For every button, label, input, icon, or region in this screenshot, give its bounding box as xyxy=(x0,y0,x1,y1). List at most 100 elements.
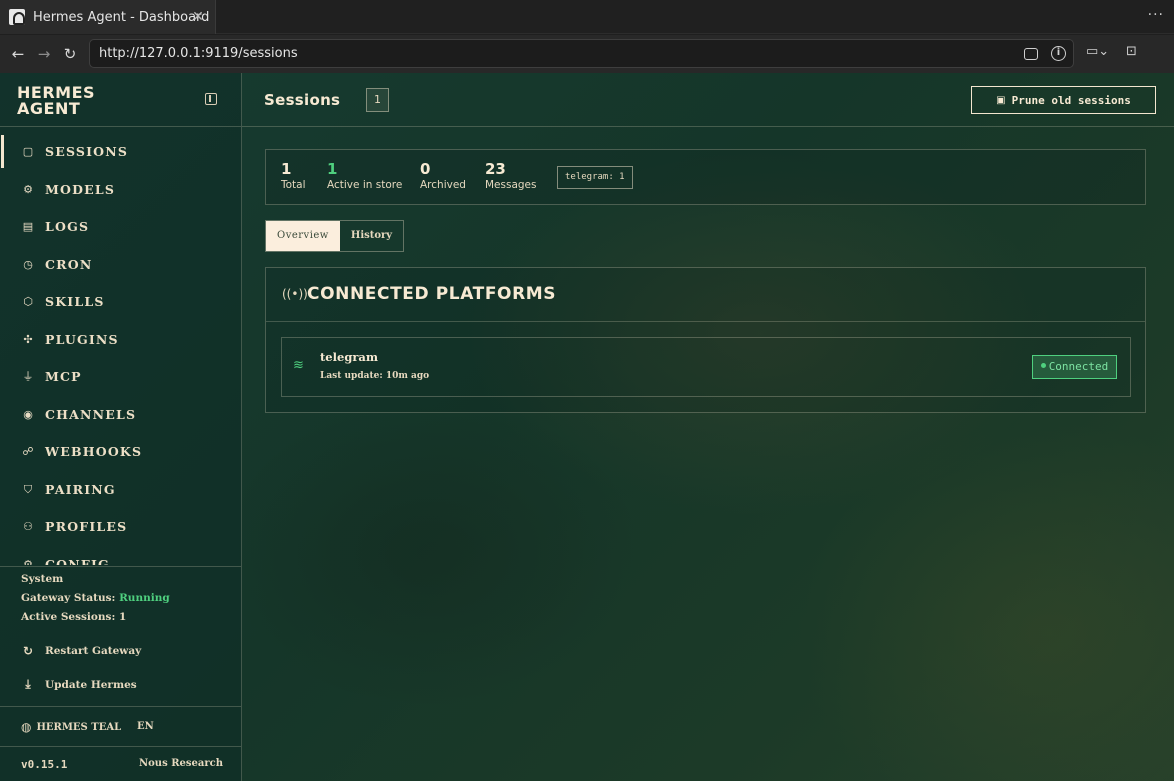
chip-icon: ⚙ xyxy=(23,182,33,196)
sidebar-item-pairing[interactable]: ⛉ PAIRING xyxy=(0,471,241,508)
sidebar-item-label: PLUGINS xyxy=(45,332,119,347)
tab-history[interactable]: History xyxy=(340,221,403,251)
sidebar-item-channels[interactable]: ◉ CHANNELS xyxy=(0,396,241,433)
sidebar-item-label: MCP xyxy=(45,369,82,384)
webhook-icon: ☍ xyxy=(22,444,34,458)
plug-icon: ⏚ xyxy=(22,369,34,383)
theme-label: HERMES TEAL xyxy=(36,721,122,733)
platform-last-update: Last update: 10m ago xyxy=(320,371,430,381)
status-badge: Connected xyxy=(1032,355,1117,379)
sidebar-item-label: PAIRING xyxy=(45,482,116,497)
platform-name: telegram xyxy=(320,350,379,364)
info-icon[interactable]: i xyxy=(1051,46,1066,61)
restart-icon: ↻ xyxy=(22,644,34,658)
app-root: HERMES AGENT ▢ SESSIONS ⚙ MODELS ▤ LOGS … xyxy=(0,73,1174,781)
sidebar-item-models[interactable]: ⚙ MODELS xyxy=(0,171,241,208)
sidebar-divider xyxy=(0,126,241,127)
browser-nav-bar: ← → ↻ http://127.0.0.1:9119/sessions i ▭… xyxy=(0,35,1174,73)
download-icon: ⤓ xyxy=(25,677,31,691)
browser-tab[interactable]: Hermes Agent - Dashboard ✕ xyxy=(0,0,216,34)
stat-value: 0 xyxy=(420,160,431,178)
cube-icon: ⬡ xyxy=(23,294,33,308)
sidebar-collapse-icon[interactable] xyxy=(205,93,217,105)
reload-icon[interactable]: ↻ xyxy=(60,44,80,64)
sidebar-divider xyxy=(0,706,241,707)
stat-label: Archived xyxy=(420,179,466,191)
sidebar-item-profiles[interactable]: ⚇ PROFILES xyxy=(0,508,241,545)
brand-logo: HERMES AGENT xyxy=(17,85,95,117)
palette-icon: ◍ xyxy=(21,720,32,734)
address-bar[interactable]: http://127.0.0.1:9119/sessions i xyxy=(89,39,1074,68)
restart-gateway-button[interactable]: ↻ Restart Gateway xyxy=(21,644,141,658)
sidebar-item-label: LOGS xyxy=(45,219,90,234)
sidebar-item-mcp[interactable]: ⏚ MCP xyxy=(0,358,241,395)
back-icon[interactable]: ← xyxy=(8,44,28,64)
forward-icon[interactable]: → xyxy=(34,44,54,64)
gateway-status-value: Running xyxy=(119,592,170,604)
tab-share-icon[interactable] xyxy=(1024,48,1038,60)
stat-messages: 23 Messages xyxy=(485,160,537,191)
sidebar-item-label: CHANNELS xyxy=(45,407,137,422)
puzzle-icon: ✣ xyxy=(23,332,33,346)
prune-sessions-button[interactable]: ▣ Prune old sessions xyxy=(971,86,1156,114)
sidebar-item-config[interactable]: ⚙ CONFIG xyxy=(0,546,241,565)
shield-icon: ⛉ xyxy=(23,482,33,496)
update-hermes-button[interactable]: ⤓ Update Hermes xyxy=(21,677,137,692)
active-sessions: Active Sessions: 1 xyxy=(21,611,127,623)
system-title: System xyxy=(21,573,64,585)
tab-title: Hermes Agent - Dashboard xyxy=(33,9,210,25)
session-tabs: Overview History xyxy=(265,220,405,252)
sidebar-item-cron[interactable]: ◷ CRON xyxy=(0,246,241,283)
tab-menu-icon[interactable]: ··· xyxy=(1148,7,1164,23)
platform-count-chip: telegram: 1 xyxy=(557,166,633,189)
sidebar-item-label: WEBHOOKS xyxy=(45,444,143,459)
header-divider xyxy=(242,126,1174,127)
brand-line-2: AGENT xyxy=(17,99,81,118)
broadcast-icon: ◉ xyxy=(23,407,33,421)
stat-total: 1 Total xyxy=(281,160,306,191)
sidebar-item-webhooks[interactable]: ☍ WEBHOOKS xyxy=(0,433,241,470)
sidebar-nav: ▢ SESSIONS ⚙ MODELS ▤ LOGS ◷ CRON ⬡ SKIL… xyxy=(0,129,241,565)
sidebar-item-label: SESSIONS xyxy=(45,144,129,159)
cast-icon[interactable]: ▭⌄ xyxy=(1086,44,1109,64)
stat-archived: 0 Archived xyxy=(420,160,466,191)
url-text[interactable]: http://127.0.0.1:9119/sessions xyxy=(99,46,298,61)
card-title: CONNECTED PLATFORMS xyxy=(307,284,557,304)
browser-tab-bar: Hermes Agent - Dashboard ✕ ··· xyxy=(0,0,1174,34)
update-hermes-label: Update Hermes xyxy=(45,678,137,691)
settings-icon: ⚙ xyxy=(23,557,33,566)
file-icon: ▤ xyxy=(22,219,34,233)
sidebar-item-plugins[interactable]: ✣ PLUGINS xyxy=(0,321,241,358)
page-title: Sessions xyxy=(264,91,341,109)
status-text: Connected xyxy=(1048,360,1109,373)
sidebar-item-label: CRON xyxy=(45,257,93,272)
prune-button-label: Prune old sessions xyxy=(1011,93,1131,107)
restart-gateway-label: Restart Gateway xyxy=(45,645,142,657)
stat-active: 1 Active in store xyxy=(327,160,402,191)
sidebar-item-skills[interactable]: ⬡ SKILLS xyxy=(0,283,241,320)
connected-platforms-card: ((•)) CONNECTED PLATFORMS ≋ telegram Las… xyxy=(265,267,1146,413)
terminal-icon[interactable]: ⊡ xyxy=(1126,44,1137,64)
wifi-icon: ≋ xyxy=(293,358,304,373)
session-count-badge: 1 xyxy=(366,88,389,112)
theme-switcher[interactable]: ◍ HERMES TEAL xyxy=(21,720,121,734)
vendor-link[interactable]: Nous Research xyxy=(139,758,223,769)
version-label: v0.15.1 xyxy=(21,758,68,771)
clock-icon: ◷ xyxy=(23,257,33,271)
sidebar-item-label: SKILLS xyxy=(45,294,105,309)
stat-label: Active in store xyxy=(327,179,403,191)
sidebar-item-sessions[interactable]: ▢ SESSIONS xyxy=(0,133,241,170)
favicon-icon xyxy=(9,9,25,25)
sidebar-item-label: CONFIG xyxy=(45,557,110,565)
tab-close-icon[interactable]: ✕ xyxy=(189,8,207,26)
sidebar-item-label: PROFILES xyxy=(45,519,128,534)
sidebar-item-logs[interactable]: ▤ LOGS xyxy=(0,208,241,245)
sidebar-divider xyxy=(0,566,241,567)
stat-label: Messages xyxy=(485,179,537,191)
stat-value: 1 xyxy=(281,160,292,178)
tab-overview[interactable]: Overview xyxy=(266,221,340,251)
platform-row[interactable]: ≋ telegram Last update: 10m ago Connecte… xyxy=(281,337,1131,397)
language-switcher[interactable]: EN xyxy=(137,721,154,732)
card-header: ((•)) CONNECTED PLATFORMS xyxy=(266,268,1145,322)
status-dot-icon xyxy=(1040,363,1046,368)
